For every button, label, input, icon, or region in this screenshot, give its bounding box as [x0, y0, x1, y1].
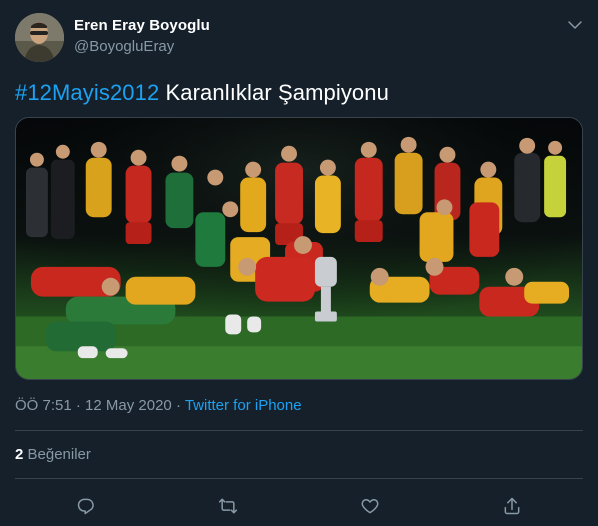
tweet-detail: Eren Eray Boyoglu @BoyogluEray #12Mayis2… [0, 0, 598, 526]
tweet-body: Karanlıklar Şampiyonu [159, 80, 389, 105]
like-button[interactable] [353, 489, 387, 523]
action-bar [0, 483, 598, 523]
share-button[interactable] [495, 489, 529, 523]
likes-stat[interactable]: 2 Beğeniler [15, 446, 91, 463]
chevron-down-icon[interactable] [564, 14, 586, 36]
retweet-button[interactable] [211, 489, 245, 523]
team-celebration-photo [16, 118, 582, 379]
likes-label: Beğeniler [23, 446, 91, 463]
hashtag-link[interactable]: #12Mayis2012 [15, 80, 159, 105]
reply-button[interactable] [69, 489, 103, 523]
reply-icon [77, 498, 94, 515]
meta-separator: · [71, 397, 86, 414]
tweet-date[interactable]: 12 May 2020 [85, 397, 172, 414]
tweet-time[interactable]: ÖÖ 7:51 [15, 397, 72, 414]
avatar[interactable] [15, 13, 64, 62]
divider [15, 478, 583, 479]
like-icon [361, 499, 379, 514]
divider [15, 430, 583, 431]
tweet-text: #12Mayis2012 Karanlıklar Şampiyonu [15, 80, 389, 106]
display-name[interactable]: Eren Eray Boyoglu [74, 17, 210, 34]
user-handle[interactable]: @BoyogluEray [74, 38, 174, 55]
tweet-photo[interactable] [15, 117, 583, 380]
meta-separator: · [171, 397, 185, 414]
tweet-source-link[interactable]: Twitter for iPhone [185, 397, 302, 414]
tweet-meta: ÖÖ 7:51 · 12 May 2020 · Twitter for iPho… [15, 397, 302, 414]
share-icon [504, 497, 520, 515]
retweet-icon [218, 498, 238, 514]
